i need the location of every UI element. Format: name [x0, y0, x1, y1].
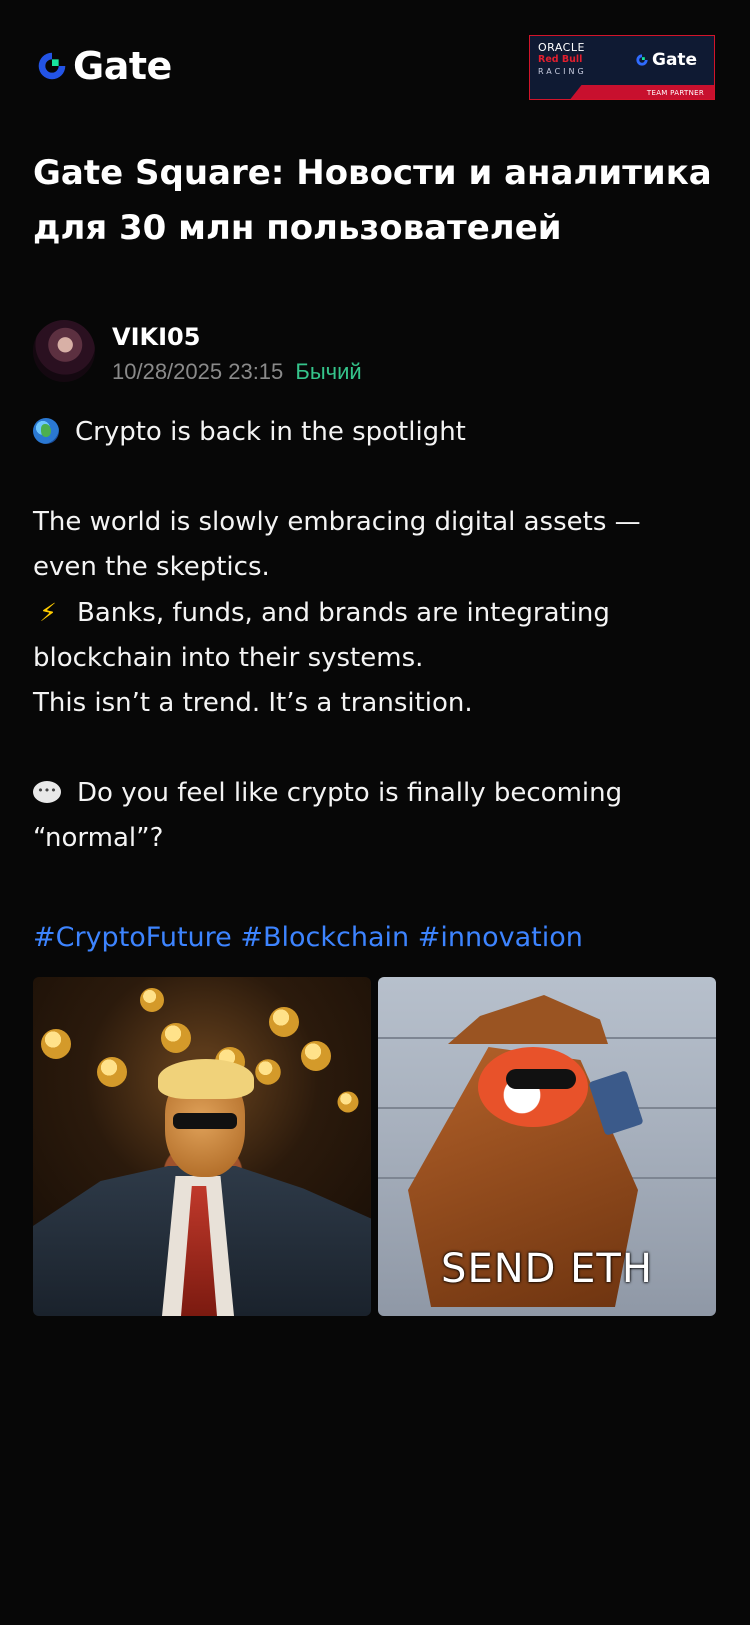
badge-redbull-text: Red Bull [538, 54, 583, 65]
hashtag-link[interactable]: #CryptoFuture [33, 922, 232, 953]
post-image-grid: SEND ETH [33, 977, 716, 1316]
coin-graphic [140, 988, 164, 1012]
post-text-line: “normal”? [33, 823, 164, 853]
post-meta: 10/28/2025 23:15 Бычий [112, 358, 362, 386]
post-line: Do you feel like crypto is finally becom… [33, 771, 723, 816]
post-text-line: blockchain into their systems. [33, 643, 424, 673]
post-text-line: This isn’t a trend. It’s a transition. [33, 688, 473, 718]
gate-logo-icon [38, 52, 66, 80]
lightning-icon: ⚡ [39, 598, 57, 627]
sunglasses-shape [173, 1113, 237, 1129]
coin-graphic [41, 1029, 71, 1059]
hashtag-link[interactable]: #innovation [418, 922, 583, 953]
header: Gate ORACLE Red Bull RACING Gate TEAM PA… [0, 0, 750, 140]
post-body: Crypto is back in the spotlight The worl… [33, 410, 723, 861]
hashtag-list: #CryptoFuture #Blockchain #innovation [33, 915, 583, 960]
author-name[interactable]: VIKI05 [112, 322, 200, 352]
send-eth-meme-image[interactable]: SEND ETH [378, 977, 716, 1316]
sentiment-badge: Бычий [295, 359, 362, 384]
post-line: ⚡ Banks, funds, and brands are integratin… [33, 590, 723, 636]
coin-graphic [161, 1023, 191, 1053]
gate-logo[interactable]: Gate [33, 44, 172, 88]
fox-sunglasses-shape [506, 1069, 576, 1089]
badge-racing-text: RACING [538, 67, 587, 76]
coins-portrait-image[interactable] [33, 977, 371, 1316]
post-text-line: The world is slowly embracing digital as… [33, 507, 641, 537]
post-author-row: VIKI05 10/28/2025 23:15 Бычий [33, 320, 713, 384]
coin-graphic [301, 1041, 331, 1071]
coin-graphic [269, 1007, 299, 1037]
badge-oracle-text: ORACLE [538, 41, 585, 54]
badge-partner-text: TEAM PARTNER [646, 89, 704, 97]
post-text-line: Banks, funds, and brands are integrating [77, 598, 610, 628]
coin-graphic [337, 1091, 359, 1113]
post-text-line: even the skeptics. [33, 552, 270, 582]
globe-icon [33, 418, 59, 444]
post-text-line: Do you feel like crypto is finally becom… [77, 778, 623, 808]
avatar[interactable] [33, 320, 95, 382]
team-partner-badge[interactable]: ORACLE Red Bull RACING Gate TEAM PARTNER [529, 35, 715, 100]
post-timestamp: 10/28/2025 23:15 [112, 359, 284, 384]
badge-gate-logo: Gate [634, 50, 697, 70]
hair-shape [158, 1059, 254, 1099]
post-line: Crypto is back in the spotlight [33, 410, 723, 455]
logo-text: Gate [73, 44, 172, 88]
coin-graphic [97, 1057, 127, 1087]
coin-graphic [255, 1059, 281, 1085]
badge-gate-icon [636, 54, 648, 66]
hashtag-link[interactable]: #Blockchain [240, 922, 409, 953]
meme-caption: SEND ETH [441, 1246, 653, 1292]
page-title: Gate Square: Новости и аналитика для 30 … [33, 153, 712, 248]
badge-gate-text: Gate [652, 50, 698, 70]
speech-balloon-icon [33, 780, 61, 803]
post-text-line: Crypto is back in the spotlight [75, 417, 466, 447]
badge-sponsor-block: ORACLE Red Bull RACING [538, 41, 620, 77]
